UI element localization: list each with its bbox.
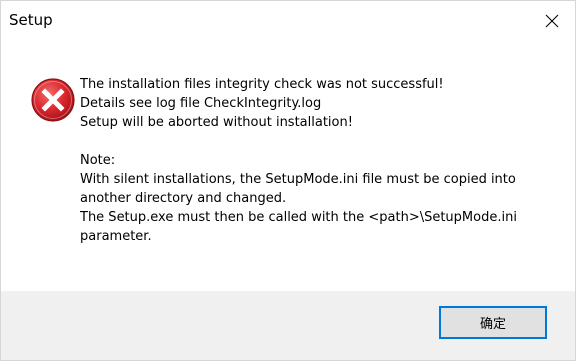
message-line: Details see log file CheckIntegrity.log [80,96,322,111]
message-line: another directory and changed. [80,191,287,206]
message-line: The installation files integrity check w… [80,77,444,92]
error-message: The installation files integrity check w… [80,75,550,246]
close-button[interactable] [529,1,575,41]
ok-button[interactable]: 确定 [439,306,547,339]
message-line: The Setup.exe must then be called with t… [80,210,517,225]
message-spacer [80,132,550,151]
close-icon [545,14,559,28]
setup-dialog-window: Setup The installation files integrity c… [0,0,576,361]
message-line: With silent installations, the SetupMode… [80,172,516,187]
message-line: parameter. [80,229,152,244]
dialog-content: The installation files integrity check w… [1,41,575,291]
dialog-footer: 确定 [1,291,575,360]
title-bar[interactable]: Setup [1,1,575,41]
window-title: Setup [9,11,53,29]
note-heading: Note: [80,153,116,168]
message-line: Setup will be aborted without installati… [80,115,353,130]
focus-ring [442,309,544,336]
error-icon [31,78,75,122]
